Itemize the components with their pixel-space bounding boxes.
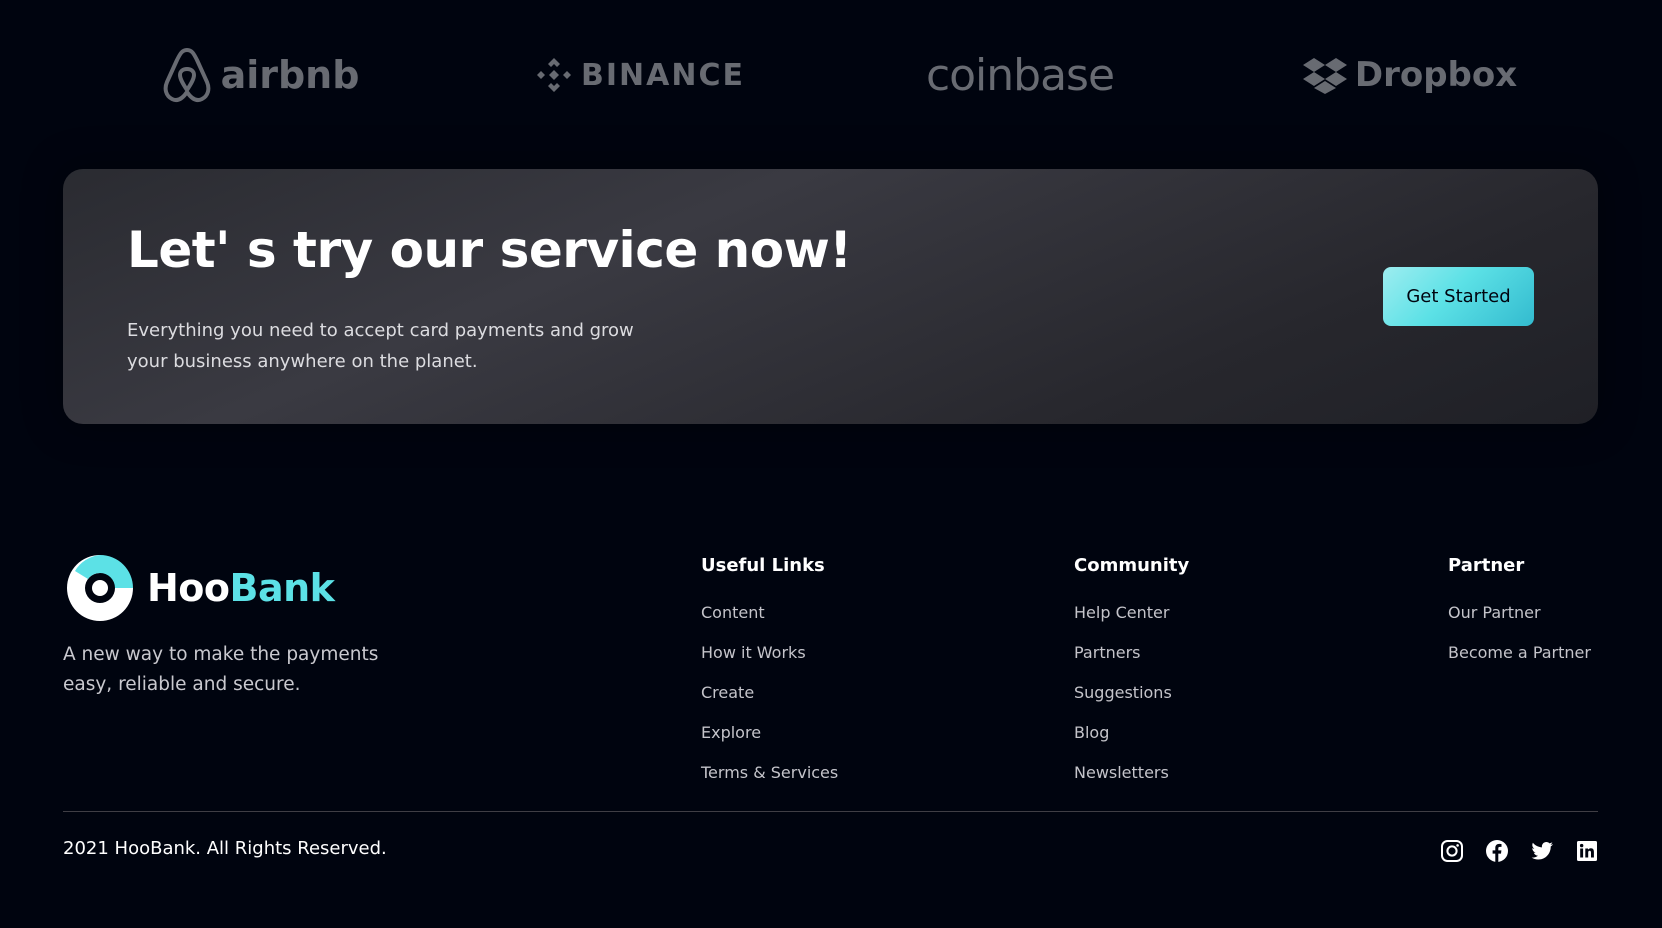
- footer-link-become-a-partner[interactable]: Become a Partner: [1448, 633, 1591, 673]
- client-dropbox: Dropbox: [1302, 40, 1518, 110]
- footer-divider: [63, 811, 1598, 812]
- dropbox-wordmark: Dropbox: [1354, 55, 1518, 95]
- facebook-icon[interactable]: [1485, 838, 1509, 864]
- footer-column-useful-links: Useful Links Content How it Works Create…: [701, 552, 838, 793]
- brand-name: HooBank: [147, 565, 335, 610]
- client-binance: BINANCE: [537, 40, 743, 110]
- page: airbnb BINANCE coinbase Dropbox Let' s t…: [0, 0, 1662, 928]
- footer-link-explore[interactable]: Explore: [701, 713, 838, 753]
- brand-name-part2: Bank: [229, 565, 335, 610]
- link-list: Our Partner Become a Partner: [1448, 593, 1591, 673]
- coinbase-wordmark: coinbase: [925, 49, 1115, 101]
- column-title: Community: [1074, 555, 1190, 576]
- footer-link-partners[interactable]: Partners: [1074, 633, 1189, 673]
- footer-link-newsletters[interactable]: Newsletters: [1074, 753, 1189, 793]
- twitter-icon[interactable]: [1530, 838, 1554, 864]
- client-coinbase: coinbase: [920, 40, 1120, 110]
- client-airbnb: airbnb: [150, 40, 370, 110]
- link-list: Content How it Works Create Explore Term…: [701, 593, 838, 793]
- cta-card: Let' s try our service now! Everything y…: [63, 169, 1598, 424]
- footer-link-blog[interactable]: Blog: [1074, 713, 1189, 753]
- airbnb-logo-icon: [161, 46, 213, 104]
- clients-strip: airbnb BINANCE coinbase Dropbox: [0, 0, 1662, 150]
- column-title: Partner: [1448, 555, 1525, 576]
- airbnb-wordmark: airbnb: [220, 53, 360, 97]
- footer-column-community: Community Help Center Partners Suggestio…: [1074, 552, 1189, 793]
- footer-link-our-partner[interactable]: Our Partner: [1448, 593, 1591, 633]
- get-started-button[interactable]: Get Started: [1383, 267, 1534, 326]
- linkedin-icon[interactable]: [1575, 838, 1599, 864]
- footer-link-how-it-works[interactable]: How it Works: [701, 633, 838, 673]
- footer-link-terms-services[interactable]: Terms & Services: [701, 753, 838, 793]
- copyright-text: 2021 HooBank. All Rights Reserved.: [63, 838, 387, 859]
- cta-title: Let' s try our service now!: [127, 221, 852, 279]
- brand-name-part1: Hoo: [147, 565, 230, 610]
- dropbox-logo-icon: [1302, 56, 1347, 94]
- footer-link-create[interactable]: Create: [701, 673, 838, 713]
- instagram-icon[interactable]: [1440, 838, 1464, 864]
- column-title: Useful Links: [701, 555, 825, 576]
- hoobank-logo-icon: [63, 551, 137, 625]
- link-list: Help Center Partners Suggestions Blog Ne…: [1074, 593, 1189, 793]
- binance-wordmark: BINANCE: [581, 57, 745, 93]
- footer-link-content[interactable]: Content: [701, 593, 838, 633]
- footer-link-help-center[interactable]: Help Center: [1074, 593, 1189, 633]
- cta-description: Everything you need to accept card payme…: [127, 320, 634, 372]
- footer-brand[interactable]: HooBank: [63, 550, 335, 625]
- footer-tagline: A new way to make the payments easy, rel…: [63, 644, 379, 695]
- footer-link-suggestions[interactable]: Suggestions: [1074, 673, 1189, 713]
- footer-column-partner: Partner Our Partner Become a Partner: [1448, 552, 1591, 673]
- binance-logo-icon: [535, 56, 573, 94]
